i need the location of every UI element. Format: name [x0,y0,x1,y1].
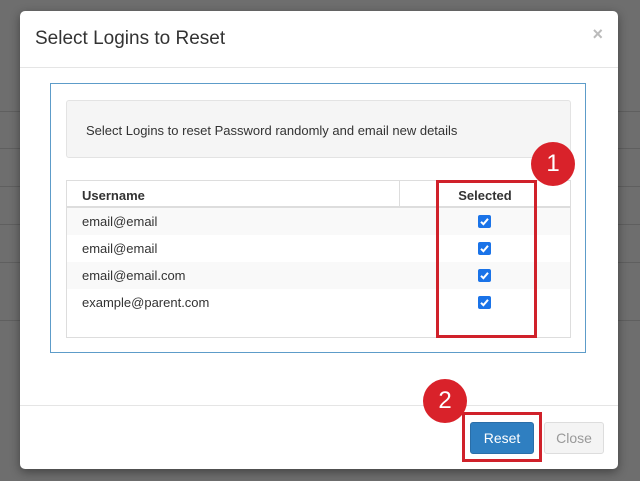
info-text: Select Logins to reset Password randomly… [86,123,458,138]
close-button[interactable]: Close [544,422,604,454]
column-header-username: Username [82,188,145,203]
reset-button-highlight [462,412,542,462]
close-icon[interactable]: × [592,25,603,43]
modal-header: Select Logins to Reset × [20,11,618,68]
username-cell: email@email [82,241,158,256]
username-cell: example@parent.com [82,295,210,310]
selected-column-highlight [436,180,537,338]
username-cell: email@email.com [82,268,186,283]
username-cell: email@email [82,214,158,229]
step-1-badge: 1 [531,142,575,186]
modal-title: Select Logins to Reset [35,28,226,49]
info-well: Select Logins to reset Password randomly… [66,100,571,158]
step-2-badge: 2 [423,379,467,423]
